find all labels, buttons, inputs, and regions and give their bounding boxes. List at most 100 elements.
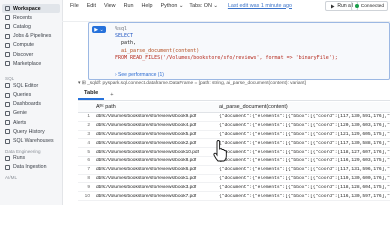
table-row[interactable]: 8 dbfs:/Volumes/bookstore/sfo/reviews/boo… (78, 175, 390, 184)
genie-icon (5, 110, 10, 116)
folder-icon (5, 6, 10, 12)
sidebar-item-queries[interactable]: Queries (0, 91, 62, 100)
ingestion-icon (5, 164, 10, 170)
hand-cursor-icon (213, 140, 227, 162)
connected-status-icon (354, 4, 359, 8)
menu-run[interactable]: Run (124, 3, 134, 9)
path-cell[interactable]: dbfs:/Volumes/bookstore/sfo/reviews/book… (93, 114, 214, 119)
code-line: FROM READ_FILES('/Volumes/bookstore/sfo/… (115, 54, 338, 61)
path-cell[interactable]: dbfs:/Volumes/bookstore/sfo/reviews/book… (93, 132, 214, 137)
table-row[interactable]: 4 dbfs:/Volumes/bookstore/sfo/reviews/boo… (78, 139, 390, 149)
sidebar-item-catalog[interactable]: Catalog (0, 22, 62, 31)
menu-view[interactable]: View (104, 3, 116, 9)
play-icon (331, 4, 335, 8)
result-tabs: Table + (78, 90, 390, 101)
document-cell[interactable]: {"document":{"elements":[{"bbox":[{"coor… (214, 150, 390, 155)
sidebar-item-dashboards[interactable]: Dashboards (0, 100, 62, 109)
path-cell[interactable]: dbfs:/Volumes/bookstore/sfo/reviews/book… (93, 158, 214, 163)
table-row[interactable]: 9 dbfs:/Volumes/bookstore/sfo/reviews/boo… (78, 183, 390, 193)
discover-icon (5, 52, 10, 58)
menu-file[interactable]: File (70, 3, 79, 9)
see-performance-link[interactable]: › See performance (1) (115, 72, 164, 78)
code-cell[interactable]: ▶ ⌄ %sql SELECT path, ai_parse_document(c… (88, 22, 390, 80)
document-cell[interactable]: {"document":{"elements":[{"bbox":[{"coor… (214, 167, 390, 172)
sidebar-item-label: Queries (13, 92, 32, 99)
tab-table[interactable]: Table (78, 90, 105, 100)
sidebar-item-jobs-pipelines[interactable]: Jobs & Pipelines (0, 32, 62, 41)
document-cell[interactable]: {"document":{"elements":[{"bbox":[{"coor… (214, 158, 390, 163)
row-number: 1 (87, 114, 90, 120)
column-header-ai-parse-document[interactable]: ai_parse_document(content) (214, 104, 390, 110)
table-row[interactable]: 10 dbfs:/Volumes/bookstore/sfo/reviews/bo… (78, 192, 390, 201)
table-row[interactable]: 1 dbfs:/Volumes/bookstore/sfo/reviews/boo… (78, 113, 390, 122)
sidebar-section-data-engineering: Data Engineering (5, 148, 41, 154)
code-editor[interactable]: %sql SELECT path, ai_parse_document(conte… (115, 26, 338, 62)
sidebar-item-sql-editor[interactable]: SQL Editor (0, 81, 62, 90)
sidebar-item-label: SQL Warehouses (13, 138, 54, 145)
warehouse-icon (5, 138, 10, 144)
path-cell[interactable]: dbfs:/Volumes/bookstore/sfo/reviews/book… (93, 167, 214, 172)
path-cell[interactable]: dbfs:/Volumes/bookstore/sfo/reviews/book… (93, 123, 214, 128)
path-cell[interactable]: dbfs:/Volumes/bookstore/sfo/reviews/book… (93, 150, 214, 155)
dataframe-info: ▾ ⊞ _sqldf: pyspark.sql.connect.datafram… (78, 81, 306, 86)
sidebar-item-marketplace[interactable]: Marketplace (0, 59, 62, 68)
sidebar-item-sql-warehouses[interactable]: SQL Warehouses (0, 136, 62, 145)
document-cell[interactable]: {"document":{"elements":[{"bbox":[{"coor… (214, 194, 390, 199)
sidebar-item-label: Compute (13, 42, 35, 49)
sidebar: Workspace Recents Catalog Jobs & Pipelines C… (0, 0, 63, 205)
sidebar-item-label: Jobs & Pipelines (13, 33, 52, 40)
last-edit-link[interactable]: Last edit was 1 minute ago (228, 3, 292, 9)
document-cell[interactable]: {"document":{"elements":[{"bbox":[{"coor… (214, 176, 390, 181)
sidebar-item-label: Marketplace (13, 60, 42, 67)
menu-help[interactable]: Help (141, 3, 152, 9)
code-line: SELECT (115, 33, 134, 40)
column-header-path[interactable]: Aᴮᶜ path (93, 104, 214, 110)
code-line: ai_parse_document(content) (115, 47, 200, 54)
sidebar-section-sql: SQL (5, 76, 15, 82)
sidebar-item-recents[interactable]: Recents (0, 13, 62, 22)
table-row[interactable]: 7 dbfs:/Volumes/bookstore/sfo/reviews/boo… (78, 166, 390, 175)
sidebar-item-genie[interactable]: Genie (0, 109, 62, 118)
document-cell[interactable]: {"document":{"elements":[{"bbox":[{"coor… (214, 114, 390, 119)
jobs-icon (5, 33, 10, 39)
document-cell[interactable]: {"document":{"elements":[{"bbox":[{"coor… (214, 141, 390, 146)
sidebar-item-query-history[interactable]: Query History (0, 127, 62, 136)
sidebar-section-ai-ml: AI/ML (5, 175, 17, 180)
sidebar-item-label: Query History (13, 128, 45, 135)
runs-icon (5, 155, 10, 161)
table-row[interactable]: 2 dbfs:/Volumes/bookstore/sfo/reviews/boo… (78, 122, 390, 131)
sidebar-item-alerts[interactable]: Alerts (0, 118, 62, 127)
path-cell[interactable]: dbfs:/Volumes/bookstore/sfo/reviews/book… (93, 194, 214, 199)
document-cell[interactable]: {"document":{"elements":[{"bbox":[{"coor… (214, 123, 390, 128)
menu-edit[interactable]: Edit (87, 3, 96, 9)
tabs-toggle[interactable]: Tabs: ON ⌄ (189, 3, 217, 9)
sidebar-item-label: Genie (13, 110, 27, 117)
clock-icon (5, 15, 10, 21)
row-number: 5 (87, 149, 90, 155)
connected-label: Connected (360, 3, 384, 9)
row-number: 8 (87, 175, 90, 181)
path-cell[interactable]: dbfs:/Volumes/bookstore/sfo/reviews/book… (93, 141, 214, 146)
table-header: Aᴮᶜ path ai_parse_document(content) (78, 102, 390, 113)
path-cell[interactable]: dbfs:/Volumes/bookstore/sfo/reviews/book… (93, 176, 214, 181)
sidebar-item-label: Catalog (13, 23, 31, 30)
document-cell[interactable]: {"document":{"elements":[{"bbox":[{"coor… (214, 185, 390, 190)
table-row[interactable]: 6 dbfs:/Volumes/bookstore/sfo/reviews/boo… (78, 157, 390, 166)
code-line: path, (115, 40, 137, 47)
compute-status-button[interactable]: Connected (350, 1, 388, 11)
table-row[interactable]: 3 dbfs:/Volumes/bookstore/sfo/reviews/boo… (78, 131, 390, 140)
sidebar-item-data-ingestion[interactable]: Data Ingestion (0, 163, 62, 172)
run-cell-button[interactable]: ▶ ⌄ (92, 26, 106, 33)
sidebar-item-label: Recents (13, 14, 33, 21)
table-row[interactable]: 5 dbfs:/Volumes/bookstore/sfo/reviews/boo… (78, 148, 390, 157)
sidebar-item-label: SQL Editor (13, 82, 39, 89)
language-selector[interactable]: Python ⌄ (161, 3, 184, 9)
sidebar-item-compute[interactable]: Compute (0, 41, 62, 50)
path-cell[interactable]: dbfs:/Volumes/bookstore/sfo/reviews/book… (93, 185, 214, 190)
add-visualization-button[interactable]: + (104, 92, 119, 100)
sql-editor-icon (5, 83, 10, 89)
document-cell[interactable]: {"document":{"elements":[{"bbox":[{"coor… (214, 132, 390, 137)
sidebar-item-runs[interactable]: Runs (0, 154, 62, 163)
sidebar-item-discover[interactable]: Discover (0, 50, 62, 59)
sidebar-item-workspace[interactable]: Workspace (2, 4, 60, 14)
